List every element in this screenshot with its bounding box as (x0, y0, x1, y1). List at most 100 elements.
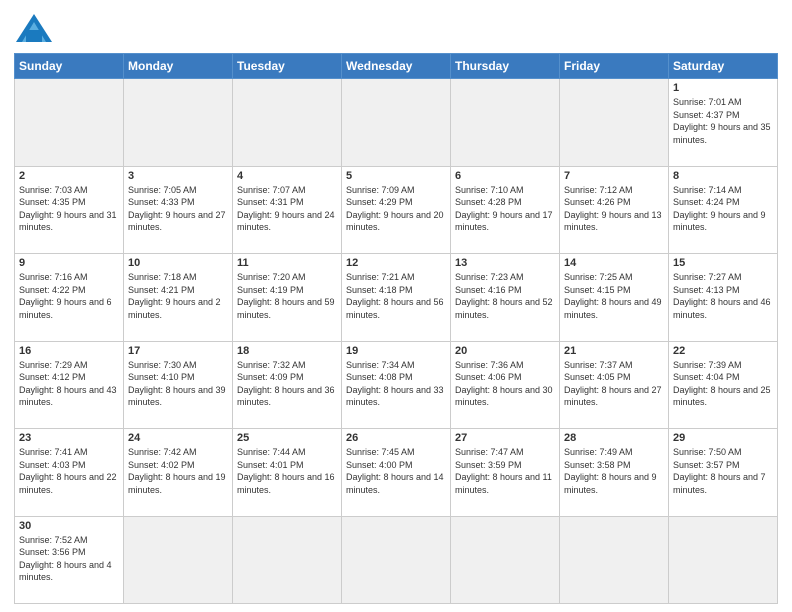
day-info: Sunrise: 7:03 AMSunset: 4:35 PMDaylight:… (19, 184, 119, 234)
weekday-header-thursday: Thursday (451, 54, 560, 79)
weekday-header-friday: Friday (560, 54, 669, 79)
day-info: Sunrise: 7:47 AMSunset: 3:59 PMDaylight:… (455, 446, 555, 496)
day-cell: 30 Sunrise: 7:52 AMSunset: 3:56 PMDayligh… (15, 516, 124, 604)
day-info: Sunrise: 7:52 AMSunset: 3:56 PMDaylight:… (19, 534, 119, 584)
day-number: 30 (19, 520, 119, 532)
week-row-4: 23 Sunrise: 7:41 AMSunset: 4:03 PMDayligh… (15, 429, 778, 517)
day-info: Sunrise: 7:39 AMSunset: 4:04 PMDaylight:… (673, 359, 773, 409)
day-number: 25 (237, 432, 337, 444)
day-info: Sunrise: 7:12 AMSunset: 4:26 PMDaylight:… (564, 184, 664, 234)
day-info: Sunrise: 7:36 AMSunset: 4:06 PMDaylight:… (455, 359, 555, 409)
day-cell: 13 Sunrise: 7:23 AMSunset: 4:16 PMDayligh… (451, 254, 560, 342)
day-cell: 24 Sunrise: 7:42 AMSunset: 4:02 PMDayligh… (124, 429, 233, 517)
day-number: 17 (128, 345, 228, 357)
day-number: 24 (128, 432, 228, 444)
day-cell: 4 Sunrise: 7:07 AMSunset: 4:31 PMDaylight… (233, 166, 342, 254)
day-cell: 18 Sunrise: 7:32 AMSunset: 4:09 PMDayligh… (233, 341, 342, 429)
day-info: Sunrise: 7:21 AMSunset: 4:18 PMDaylight:… (346, 271, 446, 321)
day-cell: 22 Sunrise: 7:39 AMSunset: 4:04 PMDayligh… (669, 341, 778, 429)
day-number: 2 (19, 170, 119, 182)
day-cell: 8 Sunrise: 7:14 AMSunset: 4:24 PMDaylight… (669, 166, 778, 254)
day-number: 6 (455, 170, 555, 182)
day-number: 16 (19, 345, 119, 357)
day-number: 8 (673, 170, 773, 182)
day-info: Sunrise: 7:05 AMSunset: 4:33 PMDaylight:… (128, 184, 228, 234)
day-number: 13 (455, 257, 555, 269)
day-cell: 12Sunrise: 7:21 AMSunset: 4:18 PMDayligh… (342, 254, 451, 342)
day-info: Sunrise: 7:09 AMSunset: 4:29 PMDaylight:… (346, 184, 446, 234)
week-row-0: 1Sunrise: 7:01 AMSunset: 4:37 PMDaylight… (15, 79, 778, 167)
day-number: 19 (346, 345, 446, 357)
day-info: Sunrise: 7:41 AMSunset: 4:03 PMDaylight:… (19, 446, 119, 496)
day-number: 15 (673, 257, 773, 269)
weekday-header-saturday: Saturday (669, 54, 778, 79)
day-cell: 2 Sunrise: 7:03 AMSunset: 4:35 PMDaylight… (15, 166, 124, 254)
day-cell: 10 Sunrise: 7:18 AMSunset: 4:21 PMDayligh… (124, 254, 233, 342)
day-info: Sunrise: 7:49 AMSunset: 3:58 PMDaylight:… (564, 446, 664, 496)
day-cell (124, 516, 233, 604)
logo (14, 14, 52, 47)
day-info: Sunrise: 7:18 AMSunset: 4:21 PMDaylight:… (128, 271, 228, 321)
day-cell: 9Sunrise: 7:16 AMSunset: 4:22 PMDaylight… (15, 254, 124, 342)
day-cell: 29Sunrise: 7:50 AMSunset: 3:57 PMDayligh… (669, 429, 778, 517)
day-number: 22 (673, 345, 773, 357)
day-cell (560, 79, 669, 167)
day-number: 7 (564, 170, 664, 182)
day-cell: 20 Sunrise: 7:36 AMSunset: 4:06 PMDayligh… (451, 341, 560, 429)
day-info: Sunrise: 7:20 AMSunset: 4:19 PMDaylight:… (237, 271, 337, 321)
day-cell (124, 79, 233, 167)
day-number: 27 (455, 432, 555, 444)
weekday-header-tuesday: Tuesday (233, 54, 342, 79)
weekday-header-row: SundayMondayTuesdayWednesdayThursdayFrid… (15, 54, 778, 79)
header (14, 10, 778, 47)
day-cell: 27 Sunrise: 7:47 AMSunset: 3:59 PMDayligh… (451, 429, 560, 517)
day-cell: 1Sunrise: 7:01 AMSunset: 4:37 PMDaylight… (669, 79, 778, 167)
day-number: 11 (237, 257, 337, 269)
logo-area (14, 10, 52, 47)
day-number: 14 (564, 257, 664, 269)
day-number: 21 (564, 345, 664, 357)
weekday-header-wednesday: Wednesday (342, 54, 451, 79)
day-info: Sunrise: 7:32 AMSunset: 4:09 PMDaylight:… (237, 359, 337, 409)
day-info: Sunrise: 7:23 AMSunset: 4:16 PMDaylight:… (455, 271, 555, 321)
week-row-3: 16 Sunrise: 7:29 AMSunset: 4:12 PMDayligh… (15, 341, 778, 429)
day-cell: 21 Sunrise: 7:37 AMSunset: 4:05 PMDayligh… (560, 341, 669, 429)
day-cell: 25 Sunrise: 7:44 AMSunset: 4:01 PMDayligh… (233, 429, 342, 517)
day-number: 20 (455, 345, 555, 357)
day-cell: 19 Sunrise: 7:34 AMSunset: 4:08 PMDayligh… (342, 341, 451, 429)
day-info: Sunrise: 7:44 AMSunset: 4:01 PMDaylight:… (237, 446, 337, 496)
day-info: Sunrise: 7:37 AMSunset: 4:05 PMDaylight:… (564, 359, 664, 409)
day-number: 5 (346, 170, 446, 182)
day-cell: 7 Sunrise: 7:12 AMSunset: 4:26 PMDaylight… (560, 166, 669, 254)
day-info: Sunrise: 7:14 AMSunset: 4:24 PMDaylight:… (673, 184, 773, 234)
day-cell: 17 Sunrise: 7:30 AMSunset: 4:10 PMDayligh… (124, 341, 233, 429)
day-info: Sunrise: 7:42 AMSunset: 4:02 PMDaylight:… (128, 446, 228, 496)
day-cell: 15 Sunrise: 7:27 AMSunset: 4:13 PMDayligh… (669, 254, 778, 342)
day-cell (342, 79, 451, 167)
day-cell (233, 516, 342, 604)
day-cell: 23 Sunrise: 7:41 AMSunset: 4:03 PMDayligh… (15, 429, 124, 517)
day-info: Sunrise: 7:50 AMSunset: 3:57 PMDaylight:… (673, 446, 773, 496)
day-number: 18 (237, 345, 337, 357)
day-info: Sunrise: 7:29 AMSunset: 4:12 PMDaylight:… (19, 359, 119, 409)
day-cell: 16 Sunrise: 7:29 AMSunset: 4:12 PMDayligh… (15, 341, 124, 429)
calendar: SundayMondayTuesdayWednesdayThursdayFrid… (14, 53, 778, 604)
day-cell (451, 516, 560, 604)
day-number: 10 (128, 257, 228, 269)
day-number: 9 (19, 257, 119, 269)
day-info: Sunrise: 7:30 AMSunset: 4:10 PMDaylight:… (128, 359, 228, 409)
day-info: Sunrise: 7:27 AMSunset: 4:13 PMDaylight:… (673, 271, 773, 321)
day-number: 23 (19, 432, 119, 444)
day-info: Sunrise: 7:01 AMSunset: 4:37 PMDaylight:… (673, 96, 773, 146)
logo-icon (16, 14, 52, 42)
weekday-header-monday: Monday (124, 54, 233, 79)
day-cell (15, 79, 124, 167)
day-cell (669, 516, 778, 604)
day-number: 4 (237, 170, 337, 182)
day-cell: 11 Sunrise: 7:20 AMSunset: 4:19 PMDayligh… (233, 254, 342, 342)
day-cell (233, 79, 342, 167)
day-cell: 28Sunrise: 7:49 AMSunset: 3:58 PMDayligh… (560, 429, 669, 517)
day-info: Sunrise: 7:07 AMSunset: 4:31 PMDaylight:… (237, 184, 337, 234)
day-info: Sunrise: 7:34 AMSunset: 4:08 PMDaylight:… (346, 359, 446, 409)
day-number: 26 (346, 432, 446, 444)
